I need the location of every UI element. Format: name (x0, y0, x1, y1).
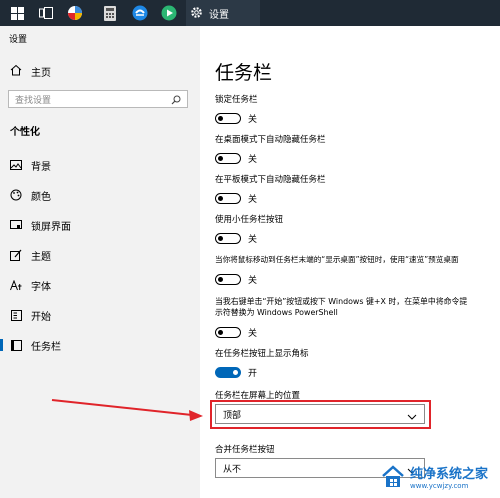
house-logo-icon (380, 464, 406, 494)
watermark-url: www.ycwjzy.com (410, 482, 469, 490)
watermark-title: 纯净系统之家 (410, 467, 489, 482)
watermark: 纯净系统之家 www.ycwjzy.com (380, 460, 500, 498)
annotation-arrow-icon (51, 399, 203, 421)
